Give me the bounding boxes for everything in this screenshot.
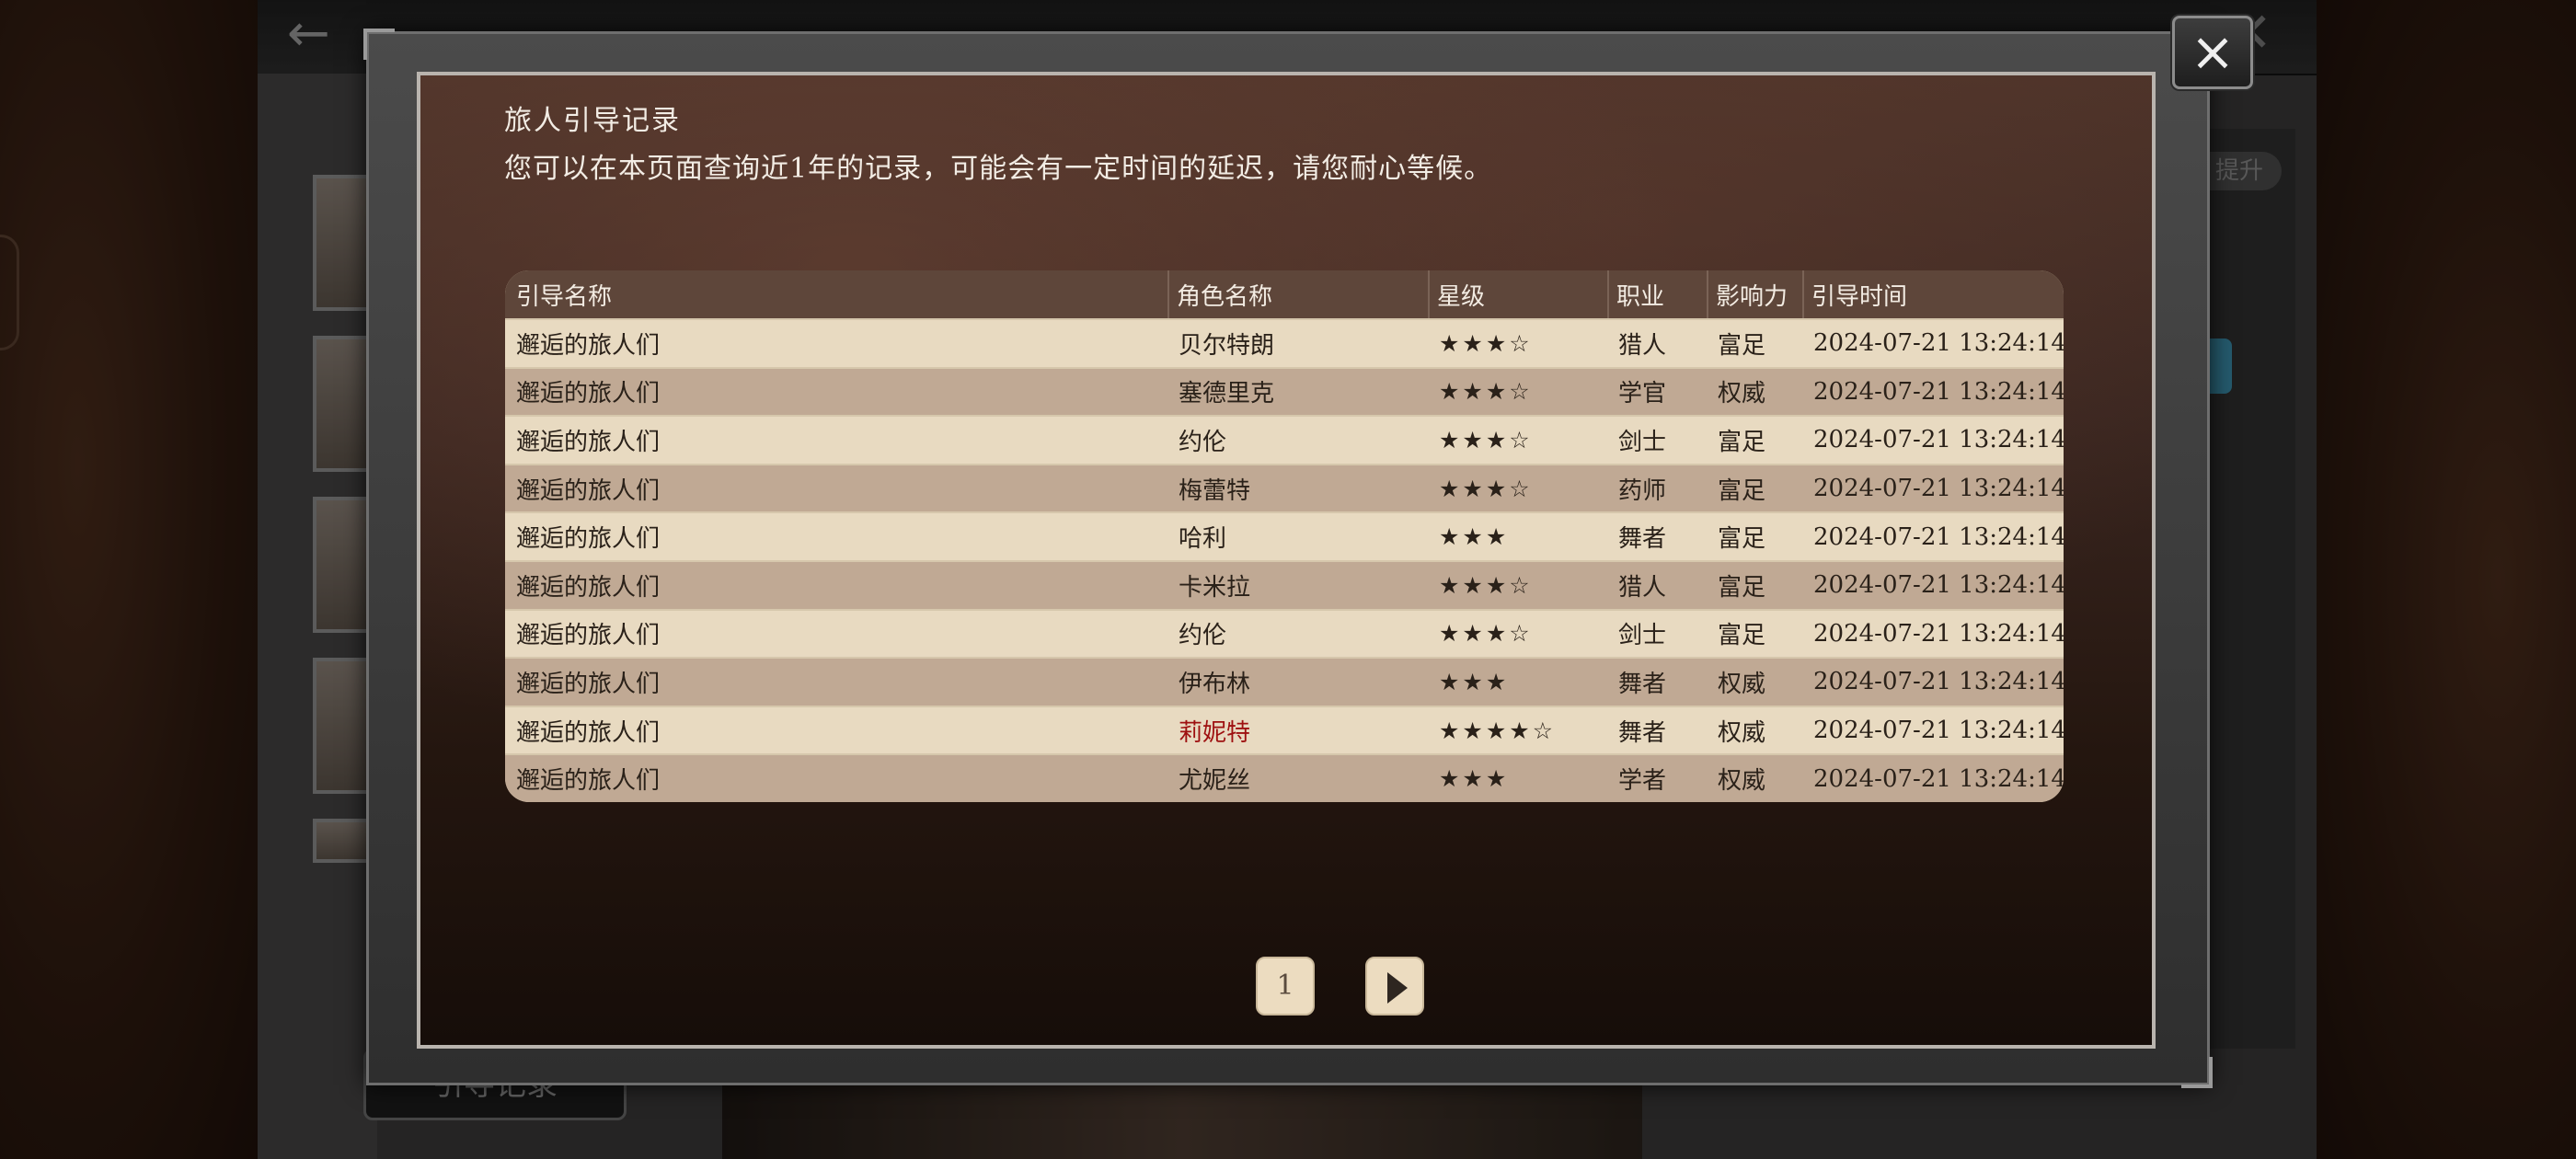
row-influence: 权威: [1718, 380, 1766, 408]
table-row: 邂逅的旅人们 塞德里克 ★★★☆ 学官 权威 2024-07-21 13:24:14: [505, 366, 2064, 416]
row-stars: ★★★☆: [1439, 378, 1533, 406]
row-time: 2024-07-21 13:24:14: [1813, 522, 2064, 551]
row-job: 药师: [1618, 476, 1667, 505]
close-icon: ×: [2190, 20, 2236, 83]
row-guide: 邂逅的旅人们: [516, 573, 661, 602]
table-row: 邂逅的旅人们 尤妮丝 ★★★ 学者 权威 2024-07-21 13:24:14: [505, 753, 2064, 802]
column-header-stars: 星级: [1428, 270, 1485, 318]
row-guide: 邂逅的旅人们: [516, 331, 661, 360]
row-guide: 邂逅的旅人们: [516, 718, 661, 747]
row-job: 学官: [1618, 380, 1667, 408]
table-row: 邂逅的旅人们 梅蕾特 ★★★☆ 药师 富足 2024-07-21 13:24:14: [505, 463, 2064, 512]
row-name: 约伦: [1179, 428, 1227, 456]
column-header-guide: 引导名称: [516, 282, 613, 311]
table-row: 邂逅的旅人们 约伦 ★★★☆ 剑士 富足 2024-07-21 13:24:14: [505, 415, 2064, 464]
row-influence: 富足: [1718, 622, 1766, 650]
row-guide: 邂逅的旅人们: [516, 380, 661, 408]
row-job: 剑士: [1618, 622, 1667, 650]
row-stars: ★★★☆: [1439, 571, 1533, 599]
table-row: 邂逅的旅人们 莉妮特 ★★★★☆ 舞者 权威 2024-07-21 13:24:14: [505, 705, 2064, 754]
column-header-influence: 影响力: [1707, 270, 1788, 318]
modal-subtitle: 您可以在本页面查询近1年的记录，可能会有一定时间的延迟，请您耐心等候。: [504, 153, 1493, 185]
row-influence: 富足: [1718, 428, 1766, 456]
row-name: 伊布林: [1179, 670, 1251, 698]
row-stars: ★★★☆: [1439, 620, 1533, 648]
column-header-job: 职业: [1607, 270, 1664, 318]
row-job: 剑士: [1618, 428, 1667, 456]
row-guide: 邂逅的旅人们: [516, 767, 661, 796]
column-header-time: 引导时间: [1802, 270, 1907, 318]
row-influence: 权威: [1718, 718, 1766, 747]
row-time: 2024-07-21 13:24:14: [1813, 475, 2064, 503]
row-stars: ★★★: [1439, 523, 1510, 551]
row-job: 猎人: [1618, 331, 1667, 360]
row-job: 舞者: [1618, 525, 1667, 554]
row-influence: 权威: [1718, 767, 1766, 796]
row-guide: 邂逅的旅人们: [516, 476, 661, 505]
row-name: 约伦: [1179, 622, 1227, 650]
row-name: 哈利: [1179, 525, 1227, 554]
close-button[interactable]: ×: [2172, 16, 2253, 89]
row-name: 卡米拉: [1179, 573, 1251, 602]
row-influence: 富足: [1718, 573, 1766, 602]
row-time: 2024-07-21 13:24:14: [1813, 426, 2064, 454]
row-time: 2024-07-21 13:24:14: [1813, 619, 2064, 648]
row-name: 莉妮特: [1179, 718, 1251, 747]
row-time: 2024-07-21 13:24:14: [1813, 717, 2064, 745]
table-row: 邂逅的旅人们 伊布林 ★★★ 舞者 权威 2024-07-21 13:24:14: [505, 657, 2064, 706]
row-name: 塞德里克: [1179, 380, 1275, 408]
row-time: 2024-07-21 13:24:14: [1813, 377, 2064, 406]
row-stars: ★★★☆: [1439, 426, 1533, 453]
table-body: 邂逅的旅人们 贝尔特朗 ★★★☆ 猎人 富足 2024-07-21 13:24:14 邂逅的…: [505, 318, 2064, 802]
row-influence: 富足: [1718, 476, 1766, 505]
table-header: 引导名称 角色名称 星级 职业 影响力 引导时间: [505, 270, 2064, 318]
row-time: 2024-07-21 13:24:14: [1813, 764, 2064, 793]
page-number-button[interactable]: 1: [1256, 957, 1315, 1016]
row-job: 舞者: [1618, 670, 1667, 698]
table-row: 邂逅的旅人们 卡米拉 ★★★☆ 猎人 富足 2024-07-21 13:24:14: [505, 559, 2064, 609]
row-guide: 邂逅的旅人们: [516, 428, 661, 456]
row-guide: 邂逅的旅人们: [516, 525, 661, 554]
column-header-name: 角色名称: [1167, 270, 1272, 318]
guide-record-table: 引导名称 角色名称 星级 职业 影响力 引导时间 邂逅的旅人们 贝尔特朗 ★★★☆ 猎…: [505, 270, 2064, 802]
row-time: 2024-07-21 13:24:14: [1813, 668, 2064, 696]
row-influence: 富足: [1718, 525, 1766, 554]
table-row: 邂逅的旅人们 约伦 ★★★☆ 剑士 富足 2024-07-21 13:24:14: [505, 608, 2064, 658]
table-row: 邂逅的旅人们 贝尔特朗 ★★★☆ 猎人 富足 2024-07-21 13:24:14: [505, 318, 2064, 367]
row-influence: 富足: [1718, 331, 1766, 360]
row-stars: ★★★☆: [1439, 475, 1533, 502]
table-row: 邂逅的旅人们 哈利 ★★★ 舞者 富足 2024-07-21 13:24:14: [505, 511, 2064, 560]
row-guide: 邂逅的旅人们: [516, 622, 661, 650]
row-time: 2024-07-21 13:24:14: [1813, 571, 2064, 600]
row-stars: ★★★☆: [1439, 329, 1533, 357]
row-time: 2024-07-21 13:24:14: [1813, 329, 2064, 358]
row-stars: ★★★: [1439, 668, 1510, 695]
row-job: 学者: [1618, 767, 1667, 796]
row-name: 贝尔特朗: [1179, 331, 1275, 360]
next-page-button[interactable]: [1365, 957, 1424, 1016]
row-name: 梅蕾特: [1179, 476, 1251, 505]
row-stars: ★★★: [1439, 765, 1510, 793]
modal-title: 旅人引导记录: [504, 105, 681, 137]
row-stars: ★★★★☆: [1439, 717, 1557, 744]
row-name: 尤妮丝: [1179, 767, 1251, 796]
row-job: 猎人: [1618, 573, 1667, 602]
row-job: 舞者: [1618, 718, 1667, 747]
current-page: 1: [1276, 970, 1294, 1002]
row-influence: 权威: [1718, 670, 1766, 698]
play-triangle-icon: [1387, 972, 1408, 1004]
row-guide: 邂逅的旅人们: [516, 670, 661, 698]
